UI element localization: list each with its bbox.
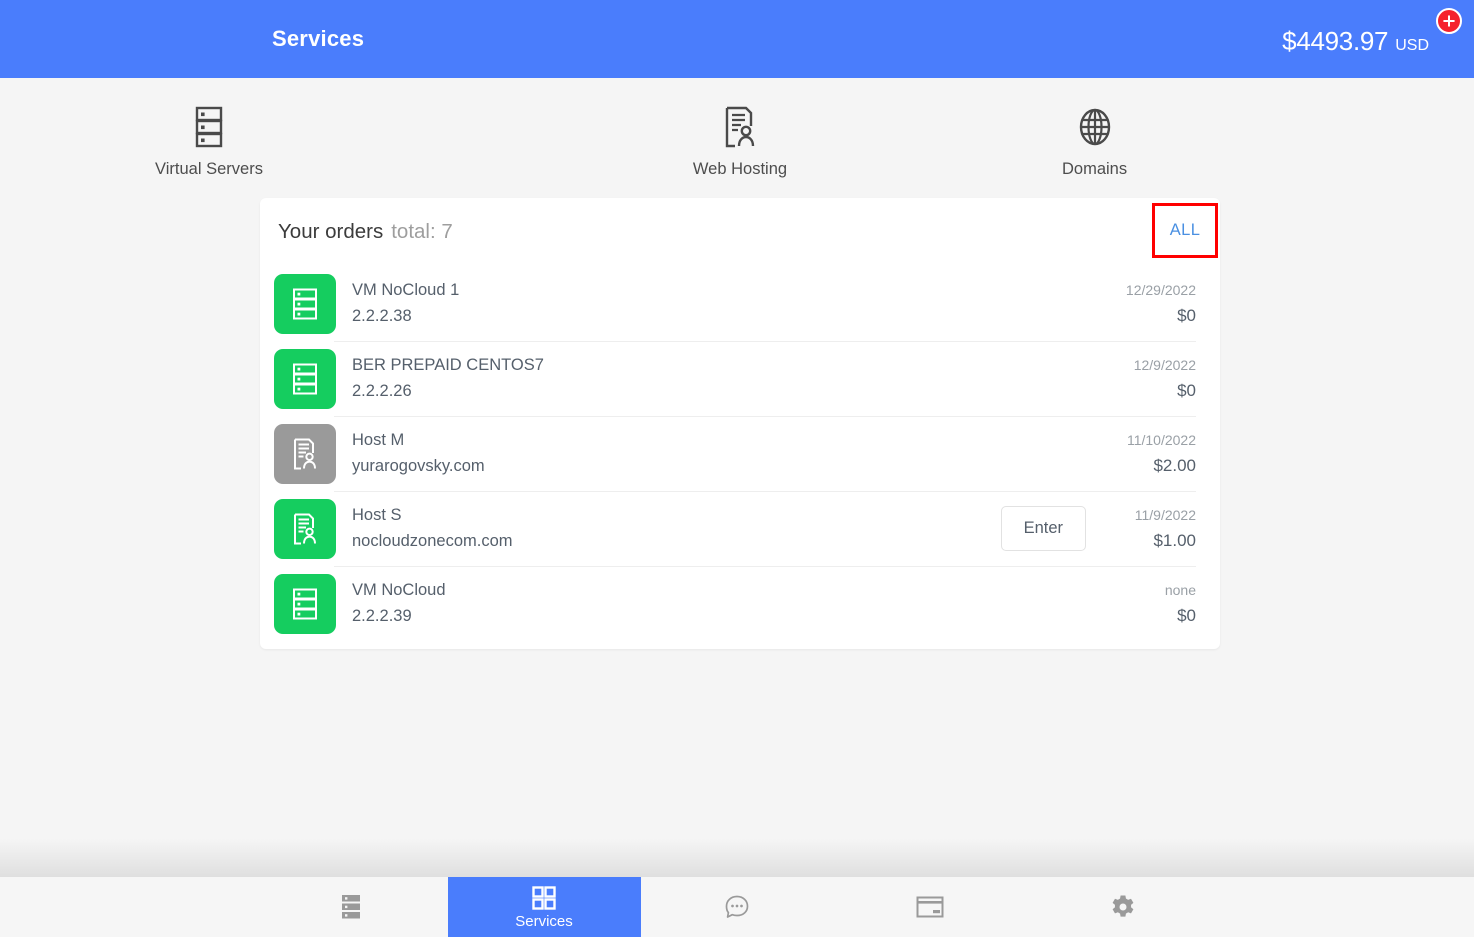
order-subtitle: 2.2.2.39 — [352, 606, 412, 625]
nav-item-label: Services — [515, 912, 573, 930]
table-row[interactable]: BER PREPAID CENTOS7 2.2.2.26 12/9/2022 $… — [260, 341, 1220, 416]
order-date: 12/29/2022 — [1125, 281, 1196, 298]
order-price: $0 — [1177, 305, 1196, 325]
server-rack-icon — [340, 894, 362, 920]
order-date: none — [1164, 581, 1196, 598]
category-tab-virtual-servers[interactable]: Virtual Servers — [0, 104, 418, 179]
order-date: 11/10/2022 — [1126, 431, 1196, 448]
category-tab-label: Domains — [1062, 160, 1128, 178]
category-tab-domains[interactable]: Domains — [1062, 104, 1127, 179]
server-rack-icon — [274, 573, 336, 634]
order-name: VM NoCloud 1 — [352, 280, 460, 299]
order-price: $2.00 — [1153, 455, 1196, 475]
order-info: VM NoCloud 1 2.2.2.38 — [352, 278, 1104, 329]
gear-icon — [1110, 894, 1136, 920]
document-person-icon — [274, 498, 336, 559]
bottom-nav: Services — [0, 877, 1474, 937]
grid-icon — [532, 885, 556, 911]
table-row[interactable]: Host M yurarogovsky.com 11/10/2022 $2.00 — [260, 416, 1220, 491]
order-info: BER PREPAID CENTOS7 2.2.2.26 — [352, 353, 1104, 404]
balance-amount: $4493.97 — [1282, 26, 1389, 56]
table-row[interactable]: VM NoCloud 2.2.2.39 none $0 — [260, 566, 1220, 641]
order-meta: 12/29/2022 $0 — [1104, 278, 1196, 330]
order-action: Enter — [1000, 506, 1086, 551]
plus-circle-icon[interactable] — [1436, 8, 1462, 34]
document-person-icon — [722, 104, 758, 150]
category-tab-label: Virtual Servers — [155, 160, 263, 178]
category-tab-label: Web Hosting — [692, 160, 788, 178]
page-title: Services — [272, 26, 365, 51]
bottom-nav-shadow — [0, 839, 1474, 877]
app-header: Services $4493.97 USD — [0, 0, 1474, 78]
credit-card-icon — [916, 894, 944, 920]
order-subtitle: 2.2.2.26 — [352, 381, 412, 400]
order-price: $0 — [1177, 380, 1196, 400]
order-info: VM NoCloud 2.2.2.39 — [352, 578, 1104, 629]
order-subtitle: 2.2.2.38 — [352, 306, 412, 325]
nav-item-messages[interactable] — [641, 877, 834, 937]
order-subtitle: nocloudzonecom.com — [352, 531, 513, 550]
nav-item-billing[interactable] — [834, 877, 1027, 937]
order-price: $1.00 — [1153, 530, 1196, 550]
server-rack-icon — [274, 348, 336, 409]
order-meta: none $0 — [1104, 578, 1196, 630]
order-name: Host M — [352, 430, 405, 449]
category-tabs: Virtual Servers Web Hosting Domains — [0, 78, 1474, 197]
order-name: VM NoCloud — [352, 580, 446, 599]
order-subtitle: yurarogovsky.com — [352, 456, 485, 475]
orders-total-count: total: 7 — [391, 220, 453, 243]
nav-item-servers[interactable] — [255, 877, 448, 937]
server-rack-icon — [274, 273, 336, 334]
chat-bubble-icon — [724, 894, 750, 920]
order-name: Host S — [352, 505, 402, 524]
order-meta: 11/10/2022 $2.00 — [1104, 428, 1196, 480]
document-person-icon — [274, 423, 336, 484]
orders-title: Your orders — [278, 220, 384, 243]
all-filter-highlight: ALL — [1152, 203, 1218, 258]
account-balance[interactable]: $4493.97 USD — [1282, 26, 1429, 57]
category-tab-web-hosting[interactable]: Web Hosting — [418, 104, 1062, 179]
order-info: Host S nocloudzonecom.com — [352, 503, 1001, 554]
globe-icon — [1076, 104, 1114, 150]
orders-card-header: Your orders total: 7 ALL — [260, 198, 1220, 266]
table-row[interactable]: VM NoCloud 1 2.2.2.38 12/29/2022 $0 — [260, 266, 1220, 341]
order-price: $0 — [1177, 605, 1196, 625]
order-info: Host M yurarogovsky.com — [352, 428, 1104, 479]
nav-item-settings[interactable] — [1027, 877, 1220, 937]
all-filter-button[interactable]: ALL — [1170, 221, 1201, 240]
server-rack-icon — [192, 104, 226, 150]
order-date: 12/9/2022 — [1133, 356, 1196, 373]
table-row[interactable]: Host S nocloudzonecom.com Enter 11/9/202… — [260, 491, 1220, 566]
balance-currency: USD — [1395, 37, 1429, 54]
order-date: 11/9/2022 — [1134, 506, 1196, 523]
order-name: BER PREPAID CENTOS7 — [352, 355, 544, 374]
order-meta: 12/9/2022 $0 — [1104, 353, 1196, 405]
enter-button[interactable]: Enter — [1000, 506, 1086, 551]
nav-item-services[interactable]: Services — [447, 877, 641, 937]
orders-card: Your orders total: 7 ALL VM NoCloud 1 2.… — [260, 198, 1220, 649]
order-meta: 11/9/2022 $1.00 — [1104, 503, 1196, 555]
